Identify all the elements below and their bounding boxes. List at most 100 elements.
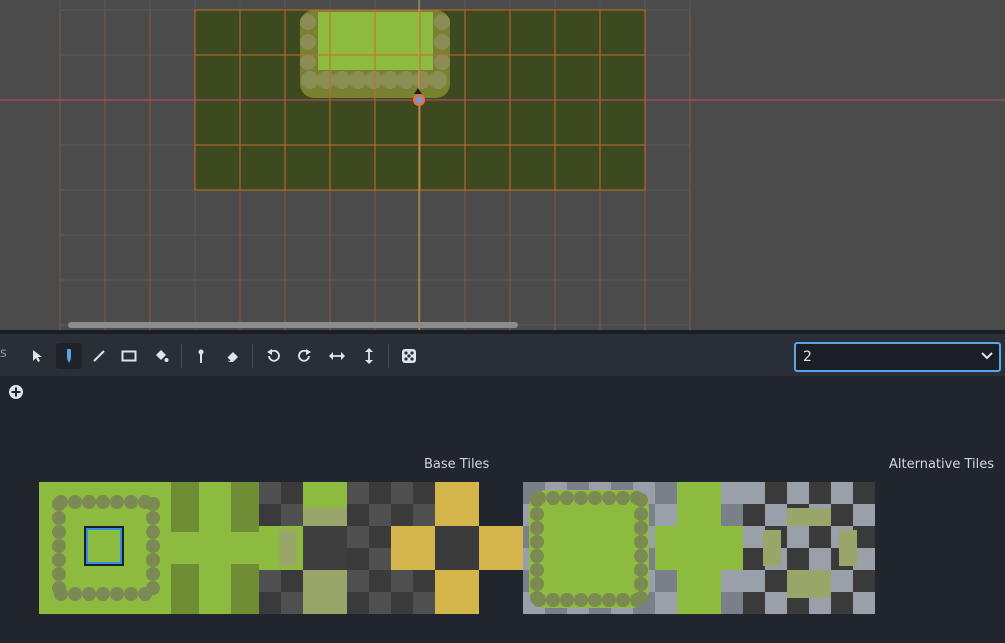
transparent-tile (743, 592, 765, 614)
tile-stairs[interactable] (787, 570, 831, 598)
bush-tile (560, 593, 574, 607)
tile-path-horizontal[interactable] (391, 526, 435, 570)
tile-path-horizontal[interactable] (479, 526, 523, 570)
bush-tile (52, 581, 66, 595)
bush-tile (381, 71, 399, 89)
transparent-tile (853, 570, 875, 592)
transparent-tile (413, 482, 435, 504)
random-tile-button[interactable] (396, 343, 422, 369)
bush-tile (110, 587, 124, 601)
bush-tile (530, 563, 544, 577)
transparent-tile (831, 570, 853, 592)
bush-tile (413, 71, 431, 89)
transparent-tile (369, 570, 391, 592)
rotate-right-icon (298, 349, 311, 362)
paint-tool-button[interactable] (56, 343, 82, 369)
bush-tile (634, 535, 648, 549)
transparent-tile (765, 570, 787, 592)
transparent-tile (809, 548, 831, 570)
tile-stairs[interactable] (787, 508, 831, 526)
rotate-left-icon (267, 349, 280, 362)
transparent-tile (391, 592, 413, 614)
tileset-panel: Base Tiles Alternative Tiles (0, 376, 1005, 643)
toolbar-separator (181, 344, 182, 368)
transparent-tile (369, 482, 391, 504)
eraser-tool-button[interactable] (220, 343, 246, 369)
transparent-tile (413, 570, 435, 592)
picker-icon (198, 349, 204, 363)
flip-vertical-button[interactable] (356, 343, 382, 369)
bush-tile (434, 34, 450, 50)
horizontal-scrollbar[interactable] (68, 322, 518, 328)
bush-tile (616, 491, 630, 505)
bucket-icon (156, 350, 169, 362)
transparent-tile (721, 504, 743, 526)
tile-grass-island[interactable] (529, 490, 649, 608)
select-tool-button[interactable] (24, 343, 50, 369)
transparent-tile (831, 504, 853, 526)
bush-tile (365, 71, 383, 89)
bush-tile (68, 495, 82, 509)
tile-stairs[interactable] (279, 530, 297, 566)
rotate-left-button[interactable] (260, 343, 286, 369)
transparent-tile (721, 592, 743, 614)
bush-tile (530, 507, 544, 521)
picker-tool-button[interactable] (188, 343, 214, 369)
transparent-tile (787, 548, 809, 570)
transparent-tile (853, 592, 875, 614)
scatter-spinbox[interactable]: 2 (794, 342, 1001, 372)
bush-tile (333, 71, 351, 89)
bush-tile (52, 525, 66, 539)
transparent-tile (391, 482, 413, 504)
add-circle-icon[interactable] (8, 384, 24, 400)
rect-tool-button[interactable] (116, 343, 142, 369)
tile-stairs[interactable] (303, 508, 347, 526)
toolbar-separator (388, 344, 389, 368)
bush-tile (429, 71, 447, 89)
flip-v-icon (365, 348, 373, 364)
transparent-tile (743, 504, 765, 526)
bush-tile (634, 521, 648, 535)
flip-horizontal-button[interactable] (324, 343, 350, 369)
tile-cross-horizontal[interactable] (655, 526, 743, 570)
bush-tile (301, 71, 319, 89)
bush-tile (574, 593, 588, 607)
tile-cross-horizontal[interactable] (171, 532, 259, 564)
bush-tile (300, 14, 316, 30)
transparent-tile (765, 504, 787, 526)
transparent-tile (369, 592, 391, 614)
bucket-tool-button[interactable] (148, 343, 174, 369)
tile-stairs[interactable] (303, 570, 347, 614)
transparent-tile (743, 526, 765, 548)
transparent-tile (391, 504, 413, 526)
transparent-tile (369, 526, 391, 548)
bush-tile (546, 491, 560, 505)
tilemap-canvas[interactable] (0, 0, 1005, 330)
bush-tile (96, 495, 110, 509)
transparent-tile (721, 570, 743, 592)
bush-tile (434, 14, 450, 30)
eraser-icon (226, 352, 238, 362)
bush-tile (52, 511, 66, 525)
transparent-tile (831, 482, 853, 504)
tile-path-center[interactable] (435, 526, 479, 570)
transparent-tile (369, 504, 391, 526)
transparent-tile (347, 482, 369, 504)
bush-tile (560, 491, 574, 505)
bush-tile (146, 497, 160, 511)
tile-stairs[interactable] (763, 530, 781, 566)
paint-icon (67, 349, 71, 363)
bush-tile (146, 581, 160, 595)
tile-atlas[interactable] (39, 482, 875, 614)
tab-label-cut[interactable]: s (0, 346, 7, 361)
rotate-right-button[interactable] (292, 343, 318, 369)
bush-tile (602, 593, 616, 607)
bush-tile (300, 54, 316, 70)
transparent-tile (809, 482, 831, 504)
line-tool-button[interactable] (86, 343, 112, 369)
bush-tile (146, 567, 160, 581)
transparent-tile (259, 592, 281, 614)
tile-stairs[interactable] (839, 530, 857, 566)
tilemap-viewport[interactable] (0, 0, 1005, 330)
tile-dark[interactable] (303, 526, 347, 570)
